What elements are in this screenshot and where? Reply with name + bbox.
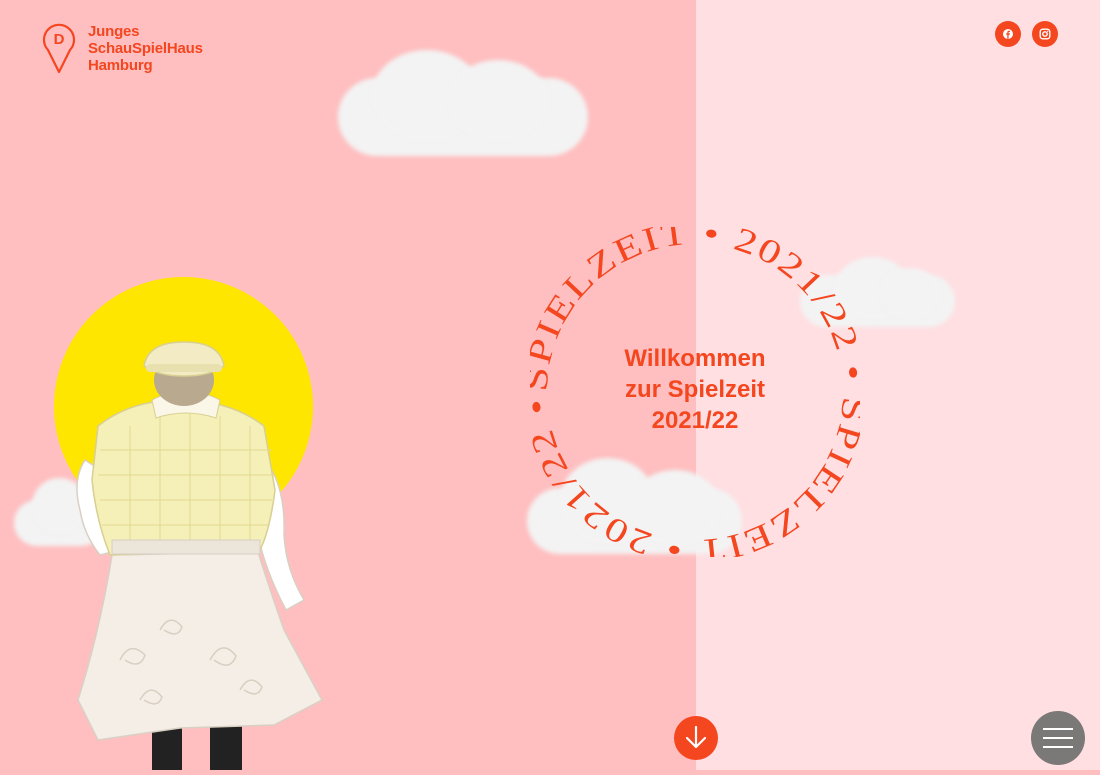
hamburger-menu-icon <box>1043 728 1073 730</box>
logo-letter: D <box>54 31 65 48</box>
logo-link[interactable]: D Junges SchauSpielHaus Hamburg <box>42 20 203 74</box>
hamburger-menu-icon <box>1043 737 1073 739</box>
brand-name: Junges SchauSpielHaus Hamburg <box>88 23 203 74</box>
welcome-line: Willkommen <box>624 345 766 372</box>
welcome-line: 2021/22 <box>651 407 739 434</box>
menu-button[interactable] <box>1031 711 1085 765</box>
instagram-icon <box>1039 28 1051 40</box>
brand-name-line: Junges <box>88 23 140 40</box>
instagram-button[interactable] <box>1032 21 1058 47</box>
facebook-icon <box>1003 29 1013 39</box>
welcome-heading: Willkommen zur Spielzeit 2021/22 <box>580 343 810 436</box>
map-pin-logo-icon: D <box>42 23 76 74</box>
scroll-down-button[interactable] <box>674 716 718 760</box>
arrow-down-icon <box>685 725 707 749</box>
brand-name-line: Hamburg <box>88 57 153 74</box>
facebook-button[interactable] <box>995 21 1021 47</box>
welcome-line: zur Spielzeit <box>624 376 766 403</box>
brand-name-line: SchauSpielHaus <box>88 40 203 57</box>
hamburger-menu-icon <box>1043 746 1073 748</box>
performer-figure <box>60 330 350 775</box>
